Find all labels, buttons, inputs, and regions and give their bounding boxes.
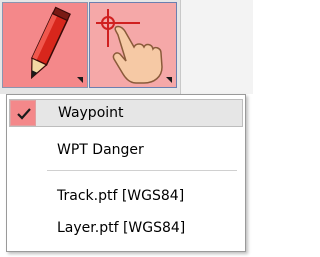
menu-item-layer-ptf[interactable]: Layer.ptf [WGS84] [9, 215, 243, 243]
menu-item-label: Layer.ptf [WGS84] [57, 220, 186, 236]
toolbar-right-panel [180, 0, 253, 94]
layer-dropdown-menu: Waypoint WPT Danger Track.ptf [WGS84] La… [6, 94, 246, 252]
touch-pointer-icon [96, 9, 163, 84]
menu-item-wpt-danger[interactable]: WPT Danger [9, 137, 243, 165]
screenshot-stage: Waypoint WPT Danger Track.ptf [WGS84] La… [0, 0, 253, 257]
checkmark-icon [10, 100, 36, 126]
menu-item-label: Track.ptf [WGS84] [57, 188, 185, 204]
pencil-dropdown-arrow-icon[interactable] [77, 77, 83, 83]
menu-item-label: WPT Danger [57, 142, 144, 158]
touch-tool-button[interactable] [89, 2, 177, 88]
pencil-tool-button[interactable] [2, 2, 88, 88]
menu-item-label: Waypoint [58, 105, 124, 121]
menu-item-waypoint[interactable]: Waypoint [9, 99, 243, 127]
menu-separator [47, 170, 237, 171]
menu-item-track-ptf[interactable]: Track.ptf [WGS84] [9, 183, 243, 211]
touch-dropdown-arrow-icon[interactable] [166, 77, 172, 83]
